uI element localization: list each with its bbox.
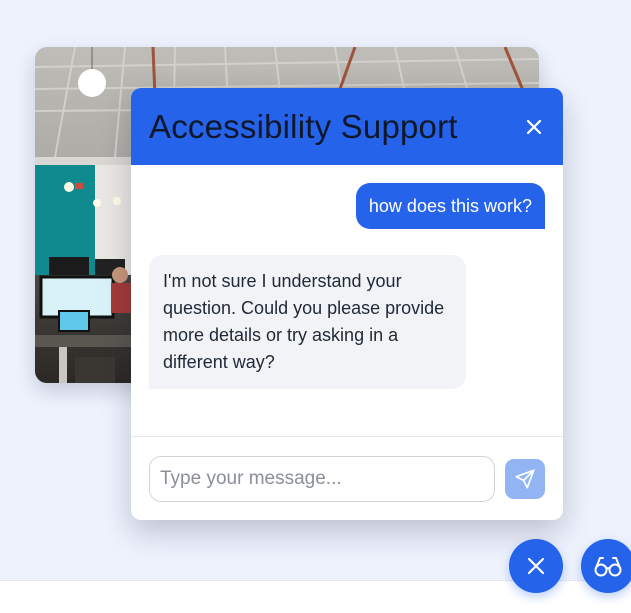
close-icon [526,119,542,134]
close-icon [527,557,545,575]
send-button[interactable] [505,458,545,499]
accessibility-button[interactable] [581,539,631,593]
chat-title: Accessibility Support [149,107,458,145]
chat-header: Accessibility Support [131,88,563,165]
message-input[interactable] [149,455,496,502]
send-icon [515,468,535,489]
message-composer [131,436,563,520]
glasses-icon [594,557,622,577]
assistant-message: I'm not sure I understand your question.… [149,255,466,389]
user-message: how does this work? [355,183,545,229]
message-list: how does this work? I'm not sure I under… [131,165,563,436]
chat-close-button[interactable] [523,116,545,138]
chat-panel: Accessibility Support how does this work… [131,88,563,520]
widget-close-button[interactable] [509,539,563,593]
